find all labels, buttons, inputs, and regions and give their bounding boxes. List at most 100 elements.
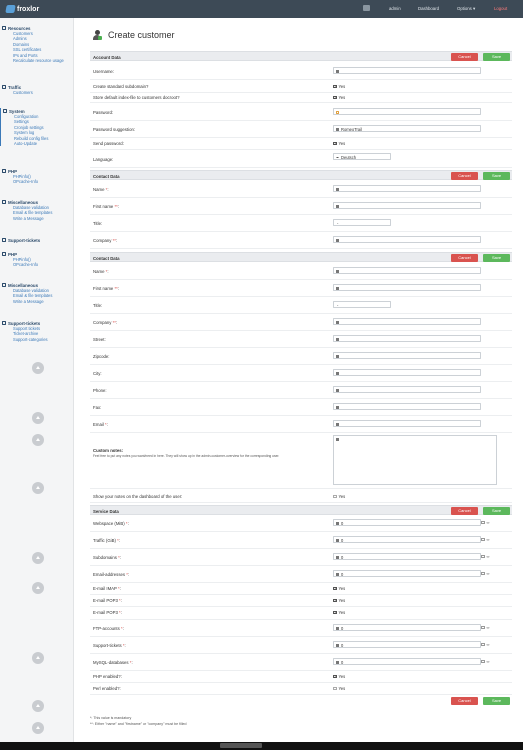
subdomains-row: Subdomains *: 0 ∞ bbox=[90, 549, 512, 566]
subdomains-input[interactable]: 0 bbox=[333, 553, 481, 560]
email-input[interactable] bbox=[333, 420, 481, 427]
sidebar-item[interactable]: Write a Message bbox=[0, 216, 74, 221]
traffic-input[interactable]: 0 bbox=[333, 536, 481, 543]
user-icon bbox=[363, 4, 370, 11]
perl-checkbox[interactable]: Yes bbox=[333, 686, 345, 691]
password-input[interactable] bbox=[333, 108, 481, 115]
scroll-up-button[interactable] bbox=[32, 652, 44, 664]
scroll-up-button[interactable] bbox=[32, 722, 44, 734]
unlimited-checkbox[interactable]: ∞ bbox=[481, 642, 489, 647]
sidebar-group: Miscellaneous Database validation Email & … bbox=[0, 199, 74, 221]
cancel-button[interactable]: Cancel bbox=[451, 254, 478, 262]
chevron-down-icon bbox=[336, 156, 339, 158]
contact-data-header: Contact Data Cancel Save bbox=[90, 252, 512, 262]
cancel-button[interactable]: Cancel bbox=[451, 697, 478, 705]
phone-icon bbox=[336, 388, 339, 392]
company-input[interactable] bbox=[333, 236, 481, 243]
scroll-up-button[interactable] bbox=[32, 582, 44, 594]
sidebar-item[interactable]: Write a Message bbox=[0, 299, 74, 304]
unlimited-checkbox[interactable]: ∞ bbox=[481, 571, 489, 576]
save-button[interactable]: Save bbox=[483, 254, 510, 262]
tickets-input[interactable]: 0 bbox=[333, 641, 481, 648]
company-row: Company **: bbox=[90, 232, 512, 249]
key-icon bbox=[336, 127, 339, 131]
user-field-icon bbox=[336, 187, 339, 191]
ftp-row: FTP-accounts *: 0 ∞ bbox=[90, 620, 512, 637]
unlimited-checkbox[interactable]: ∞ bbox=[481, 537, 489, 542]
scroll-up-button[interactable] bbox=[32, 434, 44, 446]
unlimited-checkbox[interactable]: ∞ bbox=[481, 520, 489, 525]
sidebar-item[interactable]: Recalculate resource usage bbox=[0, 58, 74, 63]
company-input[interactable] bbox=[333, 318, 481, 325]
password-suggestion-row: Password suggestion: RomeoTrail bbox=[90, 121, 512, 138]
save-button[interactable]: Save bbox=[483, 697, 510, 705]
fax-input[interactable] bbox=[333, 403, 481, 410]
first-name-input[interactable] bbox=[333, 284, 481, 291]
username-row: Username: bbox=[90, 61, 512, 80]
scroll-up-button[interactable] bbox=[32, 362, 44, 374]
logout-link[interactable]: Logout bbox=[494, 6, 507, 11]
std-subdomain-checkbox[interactable]: Yes bbox=[333, 84, 345, 89]
name-input[interactable] bbox=[333, 267, 481, 274]
password-suggestion-input[interactable]: RomeoTrail bbox=[333, 125, 481, 132]
city-input[interactable] bbox=[333, 369, 481, 376]
pop3b-row: E-mail POP3 *:Yes bbox=[90, 607, 512, 620]
mysql-input[interactable]: 0 bbox=[333, 658, 481, 665]
scroll-up-button[interactable] bbox=[32, 552, 44, 564]
email-addresses-input[interactable]: 0 bbox=[333, 570, 481, 577]
zipcode-input[interactable] bbox=[333, 352, 481, 359]
froxlor-logo[interactable]: froxlor bbox=[5, 5, 39, 13]
building-icon bbox=[336, 238, 339, 242]
title-select[interactable]: - bbox=[333, 219, 391, 226]
phone-input[interactable] bbox=[333, 386, 481, 393]
title-select[interactable]: - bbox=[333, 301, 391, 308]
pop3b-checkbox[interactable]: Yes bbox=[333, 610, 345, 615]
php-checkbox[interactable]: Yes bbox=[333, 674, 345, 679]
number-icon bbox=[336, 521, 339, 525]
sidebar-item[interactable]: Customers bbox=[0, 90, 74, 95]
save-button[interactable]: Save bbox=[483, 507, 510, 515]
first-name-input[interactable] bbox=[333, 202, 481, 209]
top-navbar: froxlor admin Dashboard Options ▾ Logout bbox=[0, 0, 523, 18]
infinity-icon: ∞ bbox=[486, 537, 490, 542]
ftp-input[interactable]: 0 bbox=[333, 624, 481, 631]
cancel-button[interactable]: Cancel bbox=[451, 172, 478, 180]
webspace-row: Webspace (MiB) *: 0 ∞ bbox=[90, 515, 512, 532]
options-menu[interactable]: Options ▾ bbox=[457, 6, 475, 12]
account-data-header: Account Data Cancel Save bbox=[90, 51, 512, 61]
dashboard-link[interactable]: Dashboard bbox=[418, 6, 439, 11]
street-input[interactable] bbox=[333, 335, 481, 342]
imap-checkbox[interactable]: Yes bbox=[333, 586, 345, 591]
unlimited-checkbox[interactable]: ∞ bbox=[481, 554, 489, 559]
unlimited-checkbox[interactable]: ∞ bbox=[481, 625, 489, 630]
fax-row: Fax: bbox=[90, 399, 512, 416]
language-select[interactable]: Deutsch bbox=[333, 153, 391, 160]
menu-group-icon bbox=[2, 283, 6, 287]
name-input[interactable] bbox=[333, 185, 481, 192]
sidebar-item[interactable]: Support-categories bbox=[0, 337, 74, 342]
save-button[interactable]: Save bbox=[483, 172, 510, 180]
custom-notes-textarea[interactable] bbox=[333, 435, 497, 485]
cancel-button[interactable]: Cancel bbox=[451, 507, 478, 515]
scroll-up-button[interactable] bbox=[32, 482, 44, 494]
store-index-checkbox[interactable]: Yes bbox=[333, 95, 345, 100]
username-input[interactable] bbox=[333, 67, 481, 74]
pop3-checkbox[interactable]: Yes bbox=[333, 598, 345, 603]
froxlor-logo-icon bbox=[5, 5, 16, 13]
user-name[interactable]: admin bbox=[389, 6, 401, 11]
sidebar-item[interactable]: Auto-Update bbox=[1, 141, 74, 146]
webspace-input[interactable]: 0 bbox=[333, 519, 481, 526]
sidebar-item[interactable]: OPcache-Info bbox=[0, 262, 74, 267]
send-password-checkbox[interactable]: Yes bbox=[333, 141, 345, 146]
scroll-up-button[interactable] bbox=[32, 700, 44, 712]
cancel-button[interactable]: Cancel bbox=[451, 53, 478, 61]
scroll-up-button[interactable] bbox=[32, 412, 44, 424]
sidebar-group-title[interactable]: Support-tickets bbox=[0, 237, 74, 243]
save-button[interactable]: Save bbox=[483, 53, 510, 61]
show-notes-checkbox[interactable]: Yes bbox=[333, 494, 345, 499]
sidebar-item[interactable]: OPcache-Info bbox=[0, 179, 74, 184]
mandatory-note: *: This value is mandatory bbox=[90, 716, 132, 720]
scrollbar-thumb[interactable] bbox=[220, 743, 262, 748]
sidebar-group: Support-tickets bbox=[0, 237, 74, 243]
unlimited-checkbox[interactable]: ∞ bbox=[481, 659, 489, 664]
